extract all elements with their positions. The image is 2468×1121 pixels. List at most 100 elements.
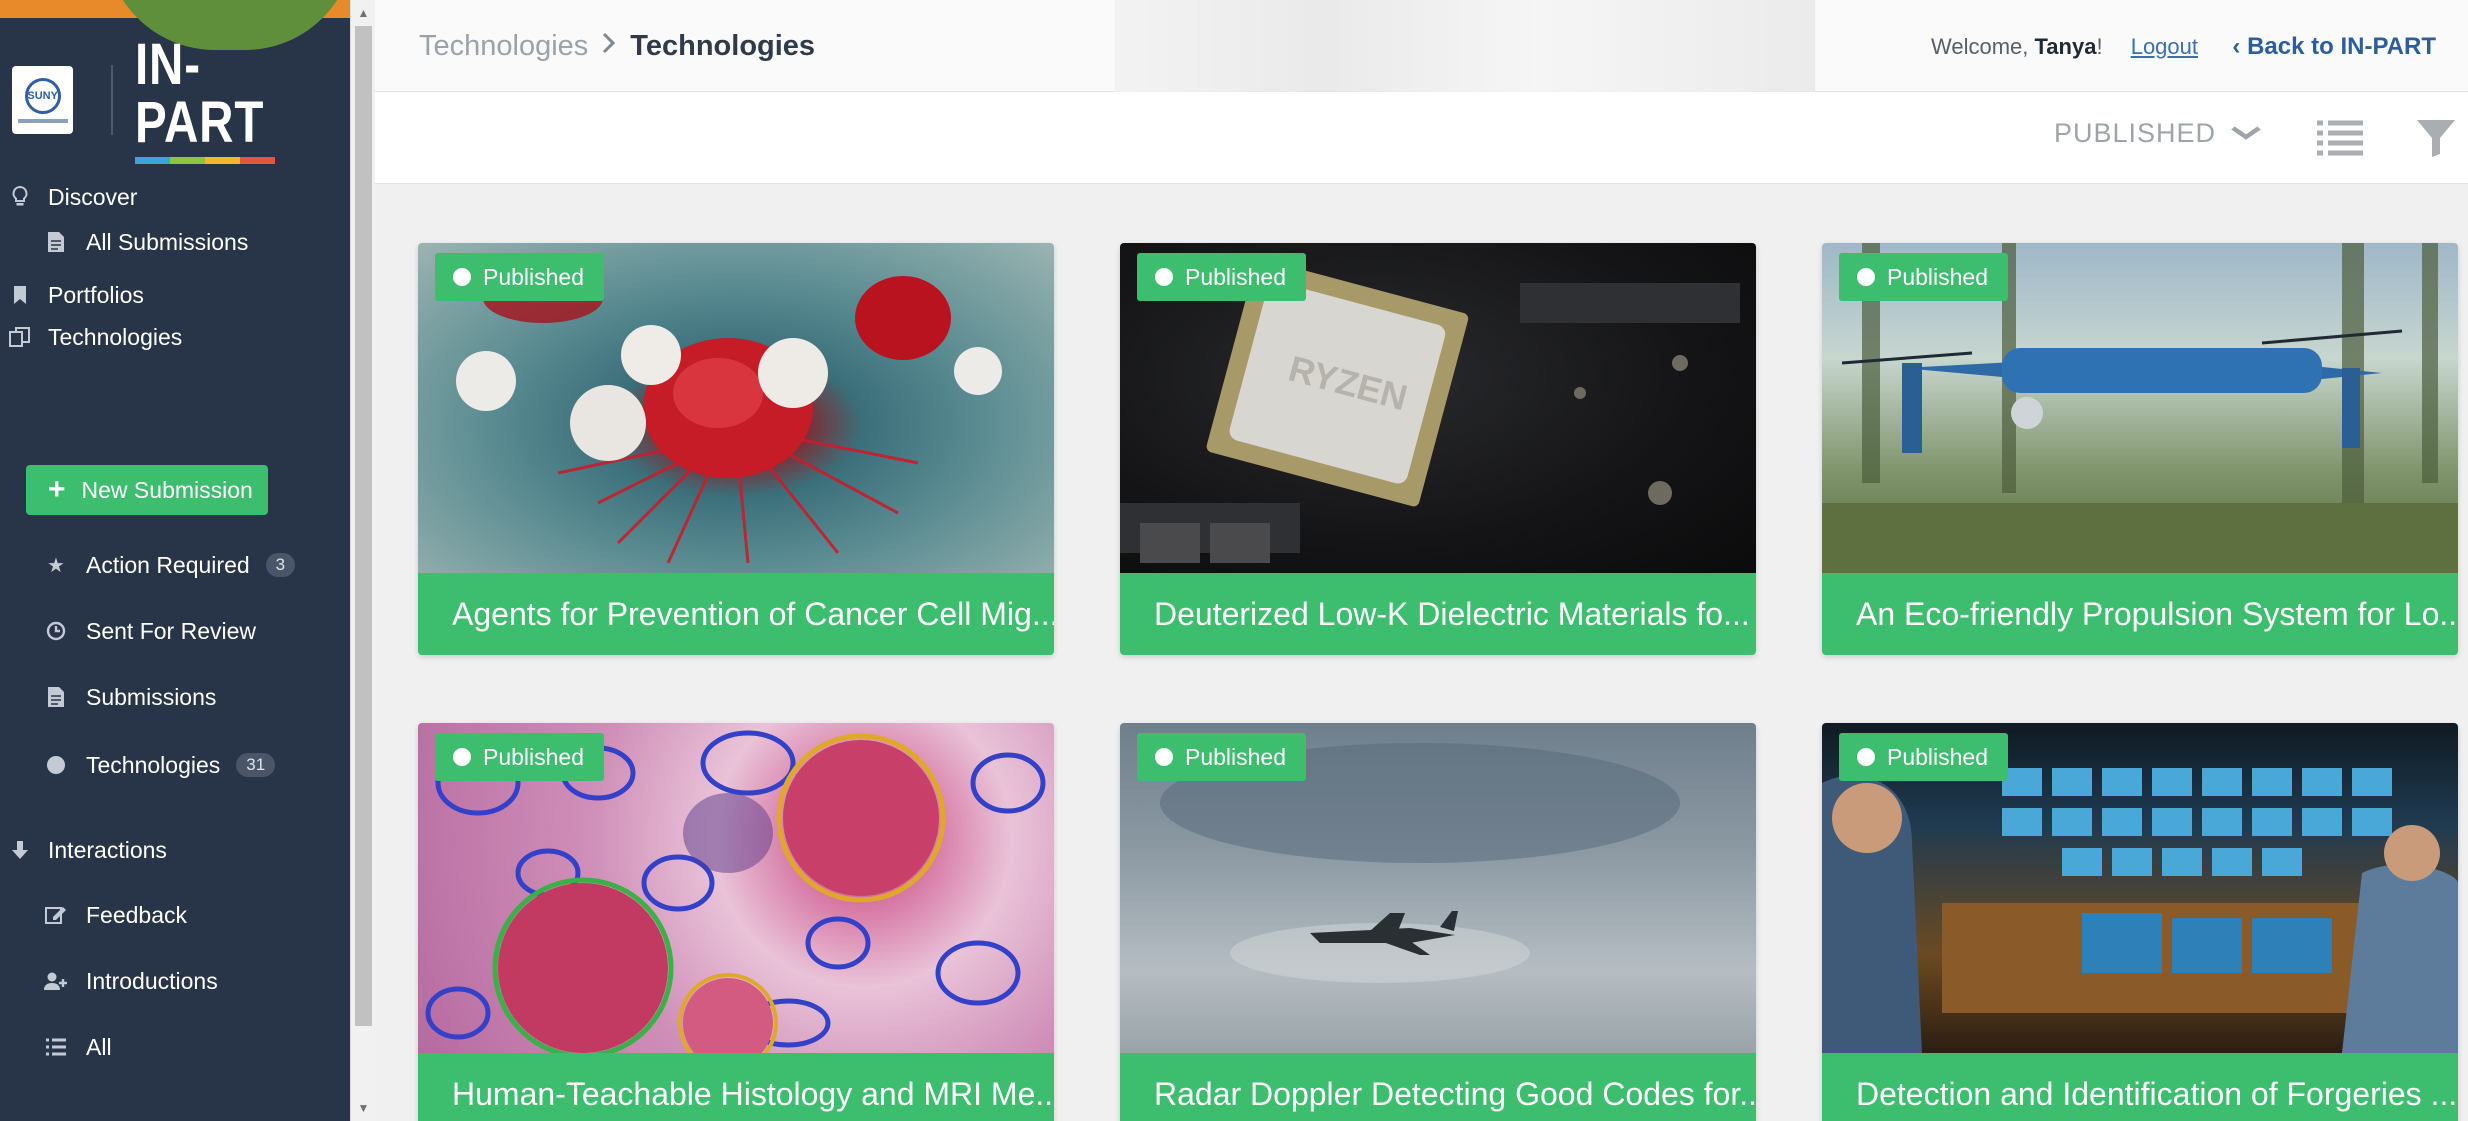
filter-icon[interactable]: [2416, 118, 2456, 158]
clock-icon: [42, 617, 70, 645]
action-required-count-badge: 3: [265, 553, 296, 577]
breadcrumb: Technologies Technologies: [419, 30, 815, 63]
status-dot-icon: [1155, 268, 1173, 286]
published-badge: Published: [435, 253, 605, 301]
new-submission-label: New Submission: [81, 476, 253, 503]
logo-bar-green: [170, 157, 206, 164]
nav-sent-for-review[interactable]: Sent For Review: [0, 609, 350, 653]
status-dot-icon: [453, 268, 471, 286]
back-to-inpart-link[interactable]: ‹ Back to IN-PART: [2232, 33, 2436, 61]
nav-discover[interactable]: Discover: [0, 175, 350, 219]
logo-row: SUNY IN-PART: [12, 36, 350, 164]
technology-card[interactable]: Published Agents for Prevention of Cance…: [418, 243, 1054, 655]
toolbar: PUBLISHED: [375, 92, 2468, 184]
nav-all-label: All: [86, 1033, 112, 1060]
lightbulb-icon: [6, 183, 34, 211]
circle-icon: [42, 751, 70, 779]
add-user-icon: [42, 967, 70, 995]
nav-technologies[interactable]: Technologies: [0, 315, 350, 359]
published-badge: Published: [435, 733, 605, 781]
published-badge-label: Published: [1887, 263, 1989, 290]
scroll-down-arrow-icon[interactable]: ▼: [351, 1097, 376, 1119]
status-dot-icon: [1857, 748, 1875, 766]
new-submission-button[interactable]: + New Submission: [26, 465, 268, 515]
breadcrumb-technologies-link[interactable]: Technologies: [419, 30, 588, 63]
logo-bar-blue: [135, 157, 171, 164]
suny-logo-text: SUNY: [24, 77, 61, 114]
nav-discover-label: Discover: [48, 183, 138, 210]
chevron-right-icon: [602, 32, 616, 61]
arrow-down-icon: [6, 836, 34, 864]
nav-technologies-sub[interactable]: Technologies 31: [0, 743, 350, 787]
published-badge-label: Published: [1185, 743, 1287, 770]
technology-card[interactable]: Published Human-Teachable Histology and …: [418, 723, 1054, 1121]
nav-technologies-sub-label: Technologies: [86, 751, 221, 778]
document-icon: [42, 683, 70, 711]
card-title: Deuterized Low-K Dielectric Materials fo…: [1120, 573, 1756, 655]
welcome-prefix: Welcome,: [1930, 34, 2035, 59]
published-badge: Published: [1839, 733, 2009, 781]
top-header: Technologies Technologies Welcome, Tanya…: [375, 0, 2468, 92]
card-title: An Eco-friendly Propulsion System for Lo…: [1822, 573, 2458, 655]
nav-feedback-label: Feedback: [86, 901, 188, 928]
card-title: Agents for Prevention of Cancer Cell Mig…: [418, 573, 1054, 655]
status-dot-icon: [1155, 748, 1173, 766]
nav-portfolios-label: Portfolios: [48, 281, 144, 308]
star-icon: ★: [47, 554, 65, 577]
nav-introductions-label: Introductions: [86, 967, 218, 994]
status-filter-dropdown[interactable]: PUBLISHED: [2053, 118, 2261, 149]
nav-action-required[interactable]: ★ Action Required 3: [0, 543, 350, 587]
nav-introductions[interactable]: Introductions: [0, 959, 350, 1003]
bookmark-icon: [6, 281, 34, 309]
logout-link[interactable]: Logout: [2131, 34, 2198, 59]
document-icon: [42, 228, 70, 256]
nav-submissions[interactable]: Submissions: [0, 675, 350, 719]
chevron-down-icon: [2230, 121, 2261, 147]
logo-divider: [111, 65, 114, 135]
published-badge-label: Published: [1185, 263, 1287, 290]
copy-icon: [6, 323, 34, 351]
card-title: Detection and Identification of Forgerie…: [1822, 1053, 2458, 1121]
card-title: Human-Teachable Histology and MRI Me...: [418, 1053, 1054, 1121]
edit-icon: [42, 901, 70, 929]
logo-bar-red: [240, 157, 276, 164]
status-dot-icon: [1857, 268, 1875, 286]
technologies-count-badge: 31: [236, 753, 276, 777]
published-badge: Published: [1839, 253, 2009, 301]
nav-sent-for-review-label: Sent For Review: [86, 617, 257, 644]
nav-all[interactable]: All: [0, 1025, 350, 1069]
inpart-logo[interactable]: IN-PART: [135, 36, 350, 164]
nav-all-submissions[interactable]: All Submissions: [0, 220, 350, 264]
nav-portfolios[interactable]: Portfolios: [0, 273, 350, 317]
published-badge-label: Published: [483, 263, 585, 290]
published-badge-label: Published: [1887, 743, 1989, 770]
header-background-image: [1115, 0, 1815, 92]
scrollbar-thumb[interactable]: [355, 26, 372, 1026]
sidebar-scrollbar[interactable]: ▲ ▼: [350, 0, 375, 1121]
technology-card[interactable]: Published An Eco-friendly Propulsion Sys…: [1822, 243, 2458, 655]
nav-submissions-label: Submissions: [86, 683, 217, 710]
list-view-icon[interactable]: [2317, 120, 2363, 156]
technology-card[interactable]: RYZEN Published Deuterized Low-K Dielect…: [1120, 243, 1756, 655]
plus-icon: +: [48, 473, 66, 506]
nav-interactions[interactable]: Interactions: [0, 828, 350, 872]
published-badge: Published: [1137, 733, 1307, 781]
status-dot-icon: [453, 748, 471, 766]
user-name: Tanya: [2034, 34, 2097, 59]
suny-logo[interactable]: SUNY: [12, 66, 74, 134]
inpart-logo-text: IN-PART: [135, 32, 265, 155]
logo-bar-yellow: [205, 157, 241, 164]
published-badge: Published: [1137, 253, 1307, 301]
status-filter-value: PUBLISHED: [2053, 118, 2216, 148]
technology-card[interactable]: Published Radar Doppler Detecting Good C…: [1120, 723, 1756, 1121]
scroll-up-arrow-icon[interactable]: ▲: [351, 2, 376, 24]
card-title: Radar Doppler Detecting Good Codes for..…: [1120, 1053, 1756, 1121]
nav-interactions-label: Interactions: [48, 836, 167, 863]
list-icon: [42, 1033, 70, 1061]
inpart-logo-bar: [135, 157, 276, 164]
welcome-suffix: !: [2096, 34, 2103, 59]
nav-action-required-label: Action Required: [86, 551, 250, 578]
nav-feedback[interactable]: Feedback: [0, 893, 350, 937]
technology-grid: Published Agents for Prevention of Cance…: [375, 184, 2468, 1121]
technology-card[interactable]: Published Detection and Identification o…: [1822, 723, 2458, 1121]
